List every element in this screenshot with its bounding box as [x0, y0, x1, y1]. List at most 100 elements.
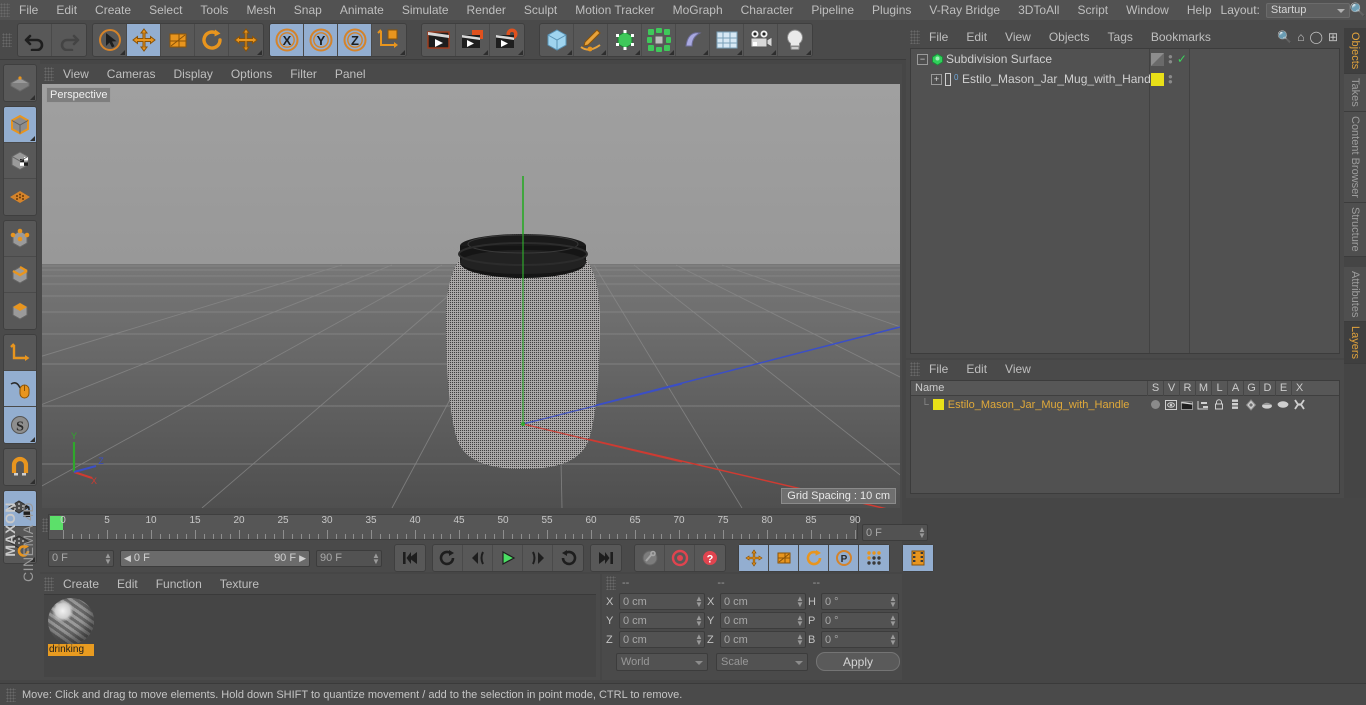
menu-item-sculpt[interactable]: Sculpt	[515, 0, 566, 20]
light-icon[interactable]	[778, 24, 812, 56]
stepper-icon[interactable]: ▲ ▼	[918, 526, 926, 540]
layer-color-swatch[interactable]	[932, 399, 944, 410]
vertical-tab-takes[interactable]: Takes	[1344, 74, 1366, 113]
current-frame-field[interactable]: 0 F ▲ ▼	[48, 549, 114, 567]
status-bar-grip[interactable]	[6, 687, 16, 702]
object-menu-file[interactable]: File	[920, 27, 957, 47]
object-tag-cell[interactable]: ● ● ✓	[1151, 51, 1217, 67]
rotation-key-icon[interactable]	[799, 545, 829, 571]
polygons-mode-icon[interactable]	[4, 293, 36, 329]
stepper-icon[interactable]: ▲ ▼	[695, 614, 703, 628]
scrub-left-arrow-icon[interactable]: ◀	[124, 553, 131, 564]
rot-b-field[interactable]: 0 ° ▲ ▼	[821, 631, 899, 648]
go-to-start-icon[interactable]	[395, 545, 425, 571]
stepper-icon[interactable]: ▲ ▼	[695, 633, 703, 647]
material-menu-function[interactable]: Function	[147, 574, 211, 594]
menu-item-character[interactable]: Character	[732, 0, 803, 20]
object-tag-cell[interactable]: ● ●	[1151, 71, 1217, 87]
rot-h-field[interactable]: 0 ° ▲ ▼	[821, 593, 899, 610]
menu-item-pipeline[interactable]: Pipeline	[802, 0, 863, 20]
object-menu-tags[interactable]: Tags	[1099, 27, 1142, 47]
object-menu-edit[interactable]: Edit	[957, 27, 996, 47]
previous-frame-icon[interactable]	[463, 545, 493, 571]
ellipse-icon[interactable]: ◯	[1310, 30, 1323, 44]
material-menu-texture[interactable]: Texture	[211, 574, 268, 594]
model-mode-icon[interactable]	[4, 107, 36, 143]
layer-table[interactable]: Name S V R M L A G D E X └ Estilo_Mason_Jar_Mug_wi…	[910, 380, 1340, 494]
vertical-tab-attributes[interactable]: Attributes	[1344, 266, 1366, 323]
expression-icon[interactable]	[1275, 400, 1291, 409]
stepper-icon[interactable]: ▲ ▼	[796, 633, 804, 647]
menu-item-tools[interactable]: Tools	[191, 0, 237, 20]
scale-key-icon[interactable]	[769, 545, 799, 571]
enable-axis-icon[interactable]	[4, 371, 36, 407]
record-active-objects-icon[interactable]	[665, 545, 695, 571]
pos-y-field[interactable]: 0 cm ▲ ▼	[619, 612, 705, 629]
scale-icon[interactable]	[161, 23, 195, 56]
viewport-menu-display[interactable]: Display	[164, 64, 221, 84]
menu-item-window[interactable]: Window	[1117, 0, 1178, 20]
next-keyframe-icon[interactable]	[553, 545, 583, 571]
viewport-menu-options[interactable]: Options	[222, 64, 281, 84]
layer-column-r[interactable]: R	[1179, 380, 1195, 396]
keyframe-selection-icon[interactable]: ?	[695, 545, 725, 571]
go-to-end-icon[interactable]	[591, 545, 621, 571]
layer-column-v[interactable]: V	[1163, 380, 1179, 396]
point-level-key-icon[interactable]	[859, 545, 889, 571]
tag-dots-icon[interactable]: ● ●	[1168, 53, 1173, 66]
stepper-icon[interactable]: ▲ ▼	[889, 633, 897, 647]
rotate-icon[interactable]	[195, 23, 229, 56]
vertical-tab-structure[interactable]: Structure	[1344, 202, 1366, 257]
y-axis-icon[interactable]: Y	[304, 23, 338, 56]
menubar-grip[interactable]	[0, 3, 10, 17]
material-list[interactable]: drinking	[44, 594, 596, 677]
material-grip[interactable]	[44, 577, 54, 591]
live-selection-icon[interactable]	[93, 23, 127, 56]
edges-mode-icon[interactable]	[4, 257, 36, 293]
generator-icon[interactable]	[1243, 398, 1259, 411]
stepper-icon[interactable]: ▲ ▼	[796, 595, 804, 609]
mograph-icon[interactable]	[642, 23, 676, 56]
position-key-icon[interactable]	[739, 545, 769, 571]
viewport-grip[interactable]	[44, 67, 54, 81]
generator-icon[interactable]	[608, 23, 642, 56]
object-row-mason-jar[interactable]: + 0 Estilo_Mason_Jar_Mug_with_Handle ● ●	[911, 69, 1339, 89]
layer-menu-file[interactable]: File	[920, 359, 957, 379]
texture-mode-icon[interactable]	[4, 143, 36, 179]
render-settings-icon[interactable]	[490, 24, 524, 56]
layout-select[interactable]: Startup	[1265, 2, 1350, 18]
stepper-icon[interactable]: ▲ ▼	[796, 614, 804, 628]
menu-item-edit[interactable]: Edit	[47, 0, 86, 20]
viewport-menu-panel[interactable]: Panel	[326, 64, 375, 84]
deformer-icon[interactable]	[676, 23, 710, 56]
layer-column-a[interactable]: A	[1227, 380, 1243, 396]
manager-icon[interactable]	[1195, 400, 1211, 410]
lock-icon[interactable]	[1211, 399, 1227, 410]
layer-manager-grip[interactable]	[910, 362, 920, 376]
viewport-menu-cameras[interactable]: Cameras	[98, 64, 165, 84]
object-menu-view[interactable]: View	[996, 27, 1040, 47]
layer-column-l[interactable]: L	[1211, 380, 1227, 396]
apply-button[interactable]: Apply	[816, 652, 900, 671]
layer-column-s[interactable]: S	[1147, 380, 1163, 396]
stepper-icon[interactable]: ▲ ▼	[104, 551, 112, 565]
layer-column-x[interactable]: X	[1291, 380, 1307, 396]
x-axis-icon[interactable]: X	[270, 23, 304, 56]
vertical-tab-layers[interactable]: Layers	[1344, 322, 1366, 365]
points-mode-icon[interactable]	[4, 221, 36, 257]
undo-icon[interactable]	[18, 23, 52, 56]
object-manager-grip[interactable]	[910, 30, 920, 44]
menu-item-motion-tracker[interactable]: Motion Tracker	[566, 0, 663, 20]
object-menu-bookmarks[interactable]: Bookmarks	[1142, 27, 1220, 47]
menu-item-simulate[interactable]: Simulate	[393, 0, 458, 20]
render-icon[interactable]	[1179, 400, 1195, 410]
layer-column-name[interactable]: Name	[911, 382, 1147, 394]
menu-item-plugins[interactable]: Plugins	[863, 0, 920, 20]
menu-item-mesh[interactable]: Mesh	[237, 0, 284, 20]
stepper-icon[interactable]: ▲ ▼	[889, 595, 897, 609]
previous-keyframe-icon[interactable]	[433, 545, 463, 571]
coord-mode-select[interactable]: Scale	[716, 652, 808, 671]
redo-icon[interactable]	[52, 24, 86, 56]
world-coord-icon[interactable]	[372, 24, 406, 56]
cube-primitive-icon[interactable]	[540, 23, 574, 56]
